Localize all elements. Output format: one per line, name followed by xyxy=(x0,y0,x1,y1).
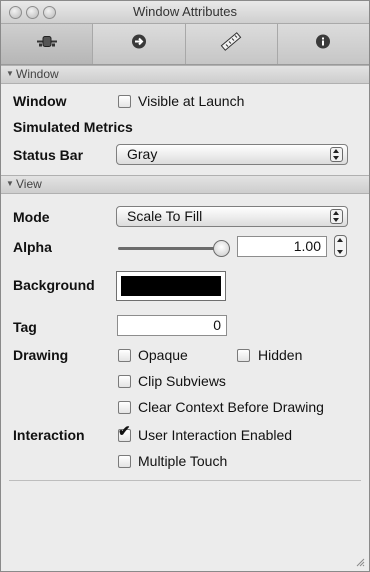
tab-attributes[interactable] xyxy=(1,24,94,64)
title-bar: Window Attributes xyxy=(1,1,369,24)
visible-at-launch-checkbox[interactable] xyxy=(118,95,131,108)
tag-field[interactable]: 0 xyxy=(117,315,227,336)
opaque-checkbox[interactable] xyxy=(118,349,131,362)
window-title: Window Attributes xyxy=(132,4,238,19)
window-label: Window xyxy=(13,93,67,109)
inspector-tabs xyxy=(1,24,369,65)
background-color-swatch xyxy=(121,276,221,296)
visible-at-launch-label: Visible at Launch xyxy=(138,93,245,109)
resize-grip-icon[interactable] xyxy=(355,557,365,567)
opaque-label: Opaque xyxy=(138,347,188,363)
interaction-label: Interaction xyxy=(13,427,85,443)
clip-subviews-checkbox[interactable] xyxy=(118,375,131,388)
alpha-slider[interactable] xyxy=(118,239,230,259)
clear-context-label: Clear Context Before Drawing xyxy=(138,399,324,415)
tag-label: Tag xyxy=(13,319,37,335)
mode-label: Mode xyxy=(13,209,50,225)
alpha-slider-knob[interactable] xyxy=(213,240,230,257)
alpha-stepper[interactable] xyxy=(334,235,347,257)
background-label: Background xyxy=(13,277,95,293)
tab-connections[interactable] xyxy=(93,24,186,64)
simulated-metrics-label: Simulated Metrics xyxy=(13,119,133,135)
popup-arrows-icon xyxy=(330,147,343,162)
attributes-slider-icon xyxy=(36,35,58,54)
window-section-header[interactable]: ▼ Window xyxy=(1,65,369,84)
clip-subviews-label: Clip Subviews xyxy=(138,373,226,389)
view-section-header[interactable]: ▼ View xyxy=(1,175,369,194)
section-divider xyxy=(9,480,361,481)
popup-arrows-icon xyxy=(330,209,343,224)
status-bar-label: Status Bar xyxy=(13,147,84,163)
clear-context-checkbox[interactable] xyxy=(118,401,131,414)
hidden-checkbox[interactable] xyxy=(237,349,250,362)
multiple-touch-label: Multiple Touch xyxy=(138,453,228,469)
user-interaction-checkbox[interactable]: ✔ xyxy=(118,424,131,442)
disclosure-triangle-icon: ▼ xyxy=(6,179,14,188)
alpha-label: Alpha xyxy=(13,239,52,255)
background-color-well[interactable] xyxy=(116,271,226,301)
mode-popup[interactable]: Scale To Fill xyxy=(116,206,348,227)
multiple-touch-checkbox[interactable] xyxy=(118,455,131,468)
tab-identity[interactable] xyxy=(278,24,369,64)
ruler-icon xyxy=(220,32,242,57)
inspector-window: Window Attributes ▼ Window Window Visibl… xyxy=(0,0,370,572)
alpha-field[interactable]: 1.00 xyxy=(237,236,327,257)
connections-arrow-icon xyxy=(131,34,147,55)
checkmark-icon: ✔ xyxy=(118,423,131,440)
status-bar-popup[interactable]: Gray xyxy=(116,144,348,165)
drawing-label: Drawing xyxy=(13,347,69,363)
info-icon xyxy=(315,34,331,55)
tab-size[interactable] xyxy=(186,24,278,64)
hidden-label: Hidden xyxy=(258,347,303,363)
user-interaction-label: User Interaction Enabled xyxy=(138,427,293,443)
disclosure-triangle-icon: ▼ xyxy=(6,69,14,78)
